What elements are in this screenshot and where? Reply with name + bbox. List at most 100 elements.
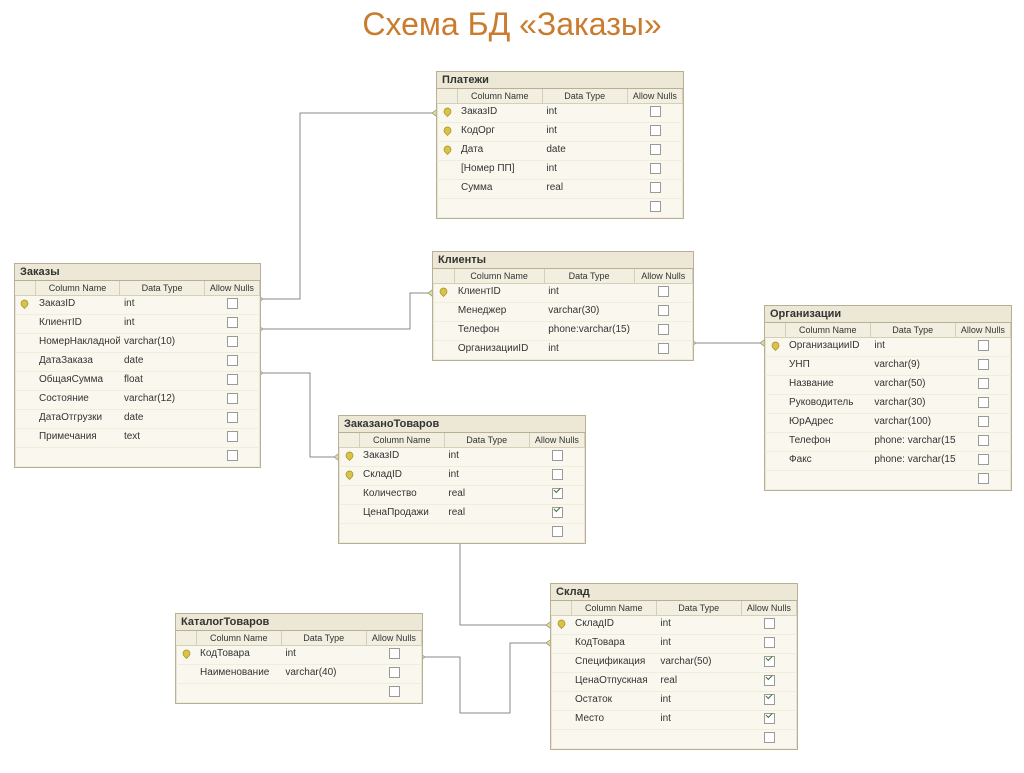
column-type: real (542, 180, 627, 198)
allow-nulls-cell (956, 433, 1011, 451)
table-row[interactable]: ЦенаПродажиreal (339, 505, 585, 524)
table-row[interactable]: Телефонphone:varchar(15) (433, 322, 693, 341)
table-row[interactable]: КодТовараint (176, 646, 422, 665)
table-row[interactable]: ОрганизацииIDint (433, 341, 693, 360)
table-row[interactable] (15, 448, 260, 467)
table-row[interactable]: КодОргint (437, 123, 683, 142)
entity-title[interactable]: Склад (551, 584, 797, 601)
table-row[interactable]: Спецификацияvarchar(50) (551, 654, 797, 673)
column-type: real (444, 486, 529, 504)
entity-katalog[interactable]: КаталогТоваровColumn NameData TypeAllow … (175, 613, 423, 704)
table-row[interactable]: ЗаказIDint (15, 296, 260, 315)
table-row[interactable]: КлиентIDint (433, 284, 693, 303)
table-row[interactable]: Состояниеvarchar(12) (15, 391, 260, 410)
pk-cell (551, 673, 571, 691)
allow-nulls-cell (956, 414, 1011, 432)
table-row[interactable]: ЦенаОтпускнаяreal (551, 673, 797, 692)
allow-nulls-cell (635, 303, 693, 321)
column-type: varchar(10) (120, 334, 205, 352)
header-type: Data Type (120, 281, 205, 295)
header-nulls: Allow Nulls (530, 433, 585, 447)
pk-cell (433, 322, 454, 340)
table-row[interactable]: ЗаказIDint (339, 448, 585, 467)
table-row[interactable]: ЗаказIDint (437, 104, 683, 123)
table-row[interactable]: Факсphone: varchar(15) (765, 452, 1011, 471)
entity-sklad[interactable]: СкладColumn NameData TypeAllow NullsСкла… (550, 583, 798, 750)
entity-zakazy[interactable]: ЗаказыColumn NameData TypeAllow NullsЗак… (14, 263, 261, 468)
header-name: Column Name (197, 631, 282, 645)
table-row[interactable]: Наименованиеvarchar(40) (176, 665, 422, 684)
entity-title[interactable]: Платежи (437, 72, 683, 89)
allow-nulls-cell (742, 654, 797, 672)
entity-title[interactable]: КаталогТоваров (176, 614, 422, 631)
table-row[interactable]: Телефонphone: varchar(15) (765, 433, 1011, 452)
table-row[interactable] (339, 524, 585, 543)
allow-nulls-cell (205, 315, 260, 333)
header-type: Data Type (543, 89, 628, 103)
entity-klienty[interactable]: КлиентыColumn NameData TypeAllow NullsКл… (432, 251, 694, 361)
column-type: int (656, 692, 741, 710)
table-row[interactable]: ЮрАдресvarchar(100) (765, 414, 1011, 433)
table-row[interactable] (765, 471, 1011, 490)
table-row[interactable]: СкладIDint (339, 467, 585, 486)
table-row[interactable]: Местоint (551, 711, 797, 730)
table-row[interactable]: Названиеvarchar(50) (765, 376, 1011, 395)
pk-cell (437, 142, 457, 160)
pk-cell (15, 334, 35, 352)
table-row[interactable]: ДатаОтгрузкиdate (15, 410, 260, 429)
table-row[interactable]: Суммаreal (437, 180, 683, 199)
entity-title[interactable]: Клиенты (433, 252, 693, 269)
table-row[interactable]: ДатаЗаказаdate (15, 353, 260, 372)
column-name: КлиентID (454, 284, 544, 302)
column-name: ЦенаОтпускная (571, 673, 656, 691)
entity-column-headers: Column NameData TypeAllow Nulls (433, 269, 693, 284)
allow-nulls-cell (628, 104, 683, 122)
checkbox-icon (978, 435, 989, 446)
table-row[interactable]: ОбщаяСуммаfloat (15, 372, 260, 391)
table-row[interactable]: Количествоreal (339, 486, 585, 505)
pk-cell (765, 338, 785, 356)
allow-nulls-cell (628, 123, 683, 141)
column-type: int (120, 315, 205, 333)
entity-title[interactable]: Заказы (15, 264, 260, 281)
table-row[interactable]: Руководительvarchar(30) (765, 395, 1011, 414)
entity-title[interactable]: ЗаказаноТоваров (339, 416, 585, 433)
table-row[interactable]: УНПvarchar(9) (765, 357, 1011, 376)
table-row[interactable]: СкладIDint (551, 616, 797, 635)
checkbox-icon (650, 106, 661, 117)
entity-zakazano[interactable]: ЗаказаноТоваровColumn NameData TypeAllow… (338, 415, 586, 544)
checkbox-icon (650, 125, 661, 136)
entity-title[interactable]: Организации (765, 306, 1011, 323)
checkbox-icon (978, 378, 989, 389)
allow-nulls-cell (530, 467, 585, 485)
table-row[interactable]: Примечанияtext (15, 429, 260, 448)
column-type (120, 448, 205, 466)
table-row[interactable] (437, 199, 683, 218)
column-name: Менеджер (454, 303, 544, 321)
allow-nulls-cell (205, 353, 260, 371)
table-row[interactable]: НомерНакладнойvarchar(10) (15, 334, 260, 353)
checkbox-icon (227, 393, 238, 404)
entity-column-headers: Column NameData TypeAllow Nulls (176, 631, 422, 646)
table-row[interactable] (551, 730, 797, 749)
table-row[interactable]: ОрганизацииIDint (765, 338, 1011, 357)
table-row[interactable]: КодТовараint (551, 635, 797, 654)
checkbox-icon (764, 675, 775, 686)
table-row[interactable]: Менеджерvarchar(30) (433, 303, 693, 322)
column-type: date (120, 410, 205, 428)
checkbox-icon (552, 450, 563, 461)
column-type (281, 684, 366, 702)
table-row[interactable]: Остатокint (551, 692, 797, 711)
table-row[interactable] (176, 684, 422, 703)
entity-platezhi[interactable]: ПлатежиColumn NameData TypeAllow NullsЗа… (436, 71, 684, 219)
pk-cell (433, 303, 454, 321)
header-name: Column Name (786, 323, 871, 337)
entity-column-headers: Column NameData TypeAllow Nulls (15, 281, 260, 296)
checkbox-icon (552, 526, 563, 537)
table-row[interactable]: [Номер ПП]int (437, 161, 683, 180)
table-row[interactable]: Датаdate (437, 142, 683, 161)
table-row[interactable]: КлиентIDint (15, 315, 260, 334)
pk-cell (15, 353, 35, 371)
column-name (35, 448, 120, 466)
entity-organizatsii[interactable]: ОрганизацииColumn NameData TypeAllow Nul… (764, 305, 1012, 491)
